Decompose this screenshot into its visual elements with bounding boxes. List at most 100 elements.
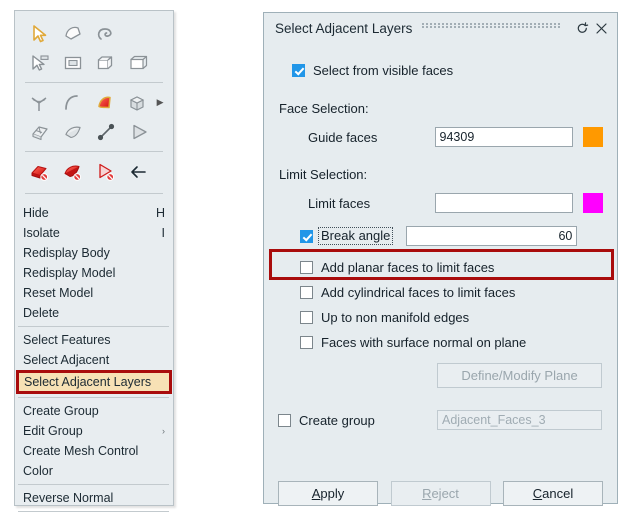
define-plane-row: Define/Modify Plane [278,363,603,388]
select-face-tool[interactable] [88,89,121,117]
menu-item-label: Select Adjacent [23,353,110,367]
define-modify-plane-button[interactable]: Define/Modify Plane [437,363,602,388]
menu-item-label: Redisplay Model [23,266,116,280]
menu-item-reverse-normal[interactable]: Reverse Normal [15,488,173,508]
menu-item-delete[interactable]: Delete [15,303,173,323]
menu-item-create-group[interactable]: Create Group [15,401,173,421]
menu-separator [18,397,169,398]
reject-button[interactable]: Reject [390,481,491,506]
create-group-name-input[interactable]: Adjacent_Faces_3 [437,410,602,430]
menu-item-label: Delete [23,306,60,320]
select-edge-tool[interactable] [56,89,89,117]
menu-item-isolate[interactable]: Isolate I [15,223,173,243]
faces-with-surface-normal-on-plane-checkbox[interactable] [300,336,313,349]
break-angle-row[interactable]: Break angle 60 [300,226,603,246]
menu-separator [18,511,169,512]
limit-faces-color-swatch[interactable] [583,193,603,213]
guide-faces-row: Guide faces 94309 [278,127,603,147]
menu-item-label: Color [23,464,53,478]
menu-item-label: Create Mesh Control [23,444,139,458]
up-to-non-manifold-edges-label: Up to non manifold edges [321,310,470,325]
menu-item-reset-model[interactable]: Reset Model [15,283,173,303]
limit-faces-row: Limit faces [278,193,603,213]
break-angle-label: Break angle [318,227,394,245]
selection-toolbox: ▶ [15,11,173,203]
select-line-tool[interactable] [89,118,122,146]
menu-item-label: Isolate [23,226,60,240]
toolbox-row [23,19,167,48]
toolbox-row [23,48,167,77]
menu-item-color[interactable]: Color [15,461,173,481]
menu-item-select-features[interactable]: Select Features [15,330,173,350]
menu-item-select-adjacent-layers[interactable]: Select Adjacent Layers [16,370,172,394]
menu-item-label: Reset Model [23,286,94,300]
deselect-layer-tool[interactable] [23,158,56,186]
mnemonic-letter: R [422,486,432,501]
add-cylindrical-faces-checkbox[interactable] [300,286,313,299]
select-plane-tool[interactable] [122,118,155,146]
option-row-add-cylindrical-faces[interactable]: Add cylindrical faces to limit faces [300,285,603,300]
reset-icon[interactable] [574,19,590,37]
limit-faces-input[interactable] [434,193,573,213]
toolbox-divider [25,82,163,83]
limit-faces-label: Limit faces [308,195,371,211]
add-planar-faces-checkbox[interactable] [300,261,313,274]
select-node-tool[interactable] [23,89,56,117]
menu-item-label: Edit Group [23,424,83,438]
dialog-title: Select Adjacent Layers [275,20,413,36]
screenshot-root: ▶ Hide H Isolate I Redisplay Body Redisp… [0,0,631,516]
break-angle-input[interactable]: 60 [406,226,578,246]
menu-item-redisplay-model[interactable]: Redisplay Model [15,263,173,283]
deselect-cursor-tool[interactable] [23,49,56,77]
faces-with-surface-normal-on-plane-label: Faces with surface normal on plane [321,335,527,350]
menu-item-label: Create Group [23,404,99,418]
select-from-visible-faces-checkbox[interactable] [292,64,305,77]
submenu-arrow-icon: › [162,426,165,436]
option-row-add-planar-faces[interactable]: Add planar faces to limit faces [300,260,603,275]
menu-item-create-mesh-control[interactable]: Create Mesh Control [15,441,173,461]
toolbox-row [23,157,167,186]
toolbox-more-arrow-icon[interactable]: ▶ [153,97,167,108]
guide-faces-color-swatch[interactable] [583,127,603,147]
deselect-plane-tool[interactable] [89,158,122,186]
create-group-row: Create group Adjacent_Faces_3 [278,410,603,430]
face-selection-heading: Face Selection: [279,101,369,116]
menu-item-shortcut: I [161,226,165,240]
context-menu-list: Hide H Isolate I Redisplay Body Redisplay Mod… [15,203,173,516]
break-angle-checkbox[interactable] [300,229,313,243]
menu-item-select-adjacent[interactable]: Select Adjacent [15,350,173,370]
menu-item-edit-group[interactable]: Edit Group › [15,421,173,441]
select-cursor-tool[interactable] [23,20,56,48]
guide-faces-input[interactable]: 94309 [434,127,573,147]
option-row-faces-with-surface-normal-on-plane[interactable]: Faces with surface normal on plane [300,335,603,350]
select-from-visible-faces-row[interactable]: Select from visible faces [292,63,603,78]
mnemonic-letter: C [532,486,543,501]
menu-item-redisplay-body[interactable]: Redisplay Body [15,243,173,263]
select-polygon-tool[interactable] [56,20,89,48]
close-icon[interactable] [593,19,609,37]
toolbox-divider [25,193,163,194]
menu-item-label: Select Features [23,333,111,347]
select-body-tool[interactable] [121,89,154,117]
apply-button[interactable]: Apply [278,481,378,506]
select-layer-tool[interactable] [23,118,56,146]
menu-item-label: Hide [23,206,49,220]
option-row-up-to-non-manifold-edges[interactable]: Up to non manifold edges [300,310,603,325]
deselect-face-tool[interactable] [56,158,89,186]
select-box-tool[interactable] [89,49,122,77]
select-wire-box-tool[interactable] [122,49,155,77]
limit-selection-heading: Limit Selection: [279,167,368,182]
add-planar-faces-label: Add planar faces to limit faces [321,260,495,275]
up-to-non-manifold-edges-checkbox[interactable] [300,311,313,324]
cancel-button[interactable]: Cancel [503,481,603,506]
toolbox-row [23,117,167,146]
select-lasso-tool[interactable] [89,20,122,48]
create-group-checkbox[interactable] [278,413,291,427]
dialog-drag-grip-icon[interactable] [422,21,561,35]
add-cylindrical-faces-label: Add cylindrical faces to limit faces [321,285,516,300]
create-group-label: Create group [299,412,375,428]
menu-item-hide[interactable]: Hide H [15,203,173,223]
back-arrow-tool[interactable] [122,158,155,186]
select-rectangle-tool[interactable] [56,49,89,77]
select-shell-tool[interactable] [56,118,89,146]
